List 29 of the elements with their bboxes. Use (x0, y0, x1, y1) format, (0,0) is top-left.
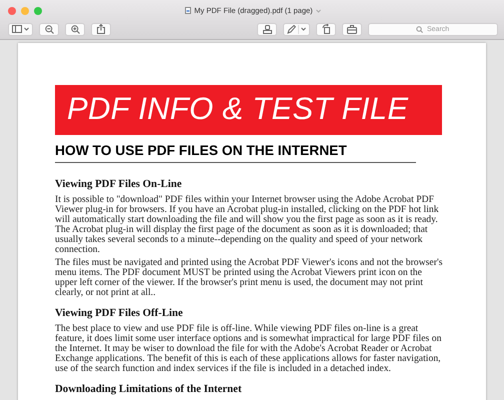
zoom-in-button[interactable] (65, 22, 85, 36)
document-icon (185, 7, 192, 14)
pen-icon (287, 24, 296, 34)
markup-button[interactable] (283, 22, 310, 36)
sidebar-icon (12, 25, 22, 33)
document-heading: HOW TO USE PDF FILES ON THE INTERNET (55, 143, 347, 159)
toolbox-button[interactable] (342, 22, 362, 36)
paragraph: The best place to view and use PDF file is off-line. While viewing PDF files on-line is a great feature, it does limit some user interface options and is somewhat impractical for large PDF files on the Internet. It may be wiser to download the file for with the Adobe's Acrobat Reader or Acrobat Exchange applications. The benefit of this is each of these applications allows for faster navigation, use of the search function and index services if the file is included in a detached index. (55, 324, 442, 374)
caret-icon (24, 27, 29, 31)
paragraph: The files must be navigated and printed using the Acrobat PDF Viewer's icons and not the browser's menu items. The PDF document MUST be printed using the Acrobat Viewers print icon on the upper left corner of the viewer. If the browser's print menu is used, the document may not print clearly, or not print at all.. (55, 258, 444, 298)
share-icon (97, 24, 105, 34)
zoom-in-icon (70, 24, 80, 34)
section-heading: Viewing PDF Files Off-Line (55, 307, 184, 319)
banner-title: PDF INFO & TEST FILE (67, 91, 408, 126)
rotate-button[interactable] (316, 22, 336, 36)
section-heading: Viewing PDF Files On-Line (55, 178, 183, 190)
zoom-out-icon (44, 24, 54, 34)
search-icon (416, 26, 423, 32)
stamp-icon (262, 24, 272, 34)
rotate-icon (322, 24, 330, 34)
sidebar-button[interactable] (8, 22, 33, 36)
section-heading: Downloading Limitations of the Internet (55, 383, 243, 395)
share-button[interactable] (91, 22, 111, 36)
toolbox-icon (347, 24, 357, 34)
caret-icon (316, 8, 321, 12)
paragraph: It is possible to "download" PDF files within your Internet browser using the Adobe Acrobat PDF Viewer plug-in for browsers. If you have an Acrobat plug-in installed, clicking on the PDF hot link will automatically start downloading the file and will show you the first page as soon as it is ready. The Acrobat plug-in will display the first page of the document as soon as it is downloaded; that usually takes several seconds to a minute--depending on the quality and speed of your network connection. (55, 195, 440, 255)
caret-icon (301, 27, 306, 31)
signature-button[interactable] (257, 22, 277, 36)
zoom-out-button[interactable] (39, 22, 59, 36)
